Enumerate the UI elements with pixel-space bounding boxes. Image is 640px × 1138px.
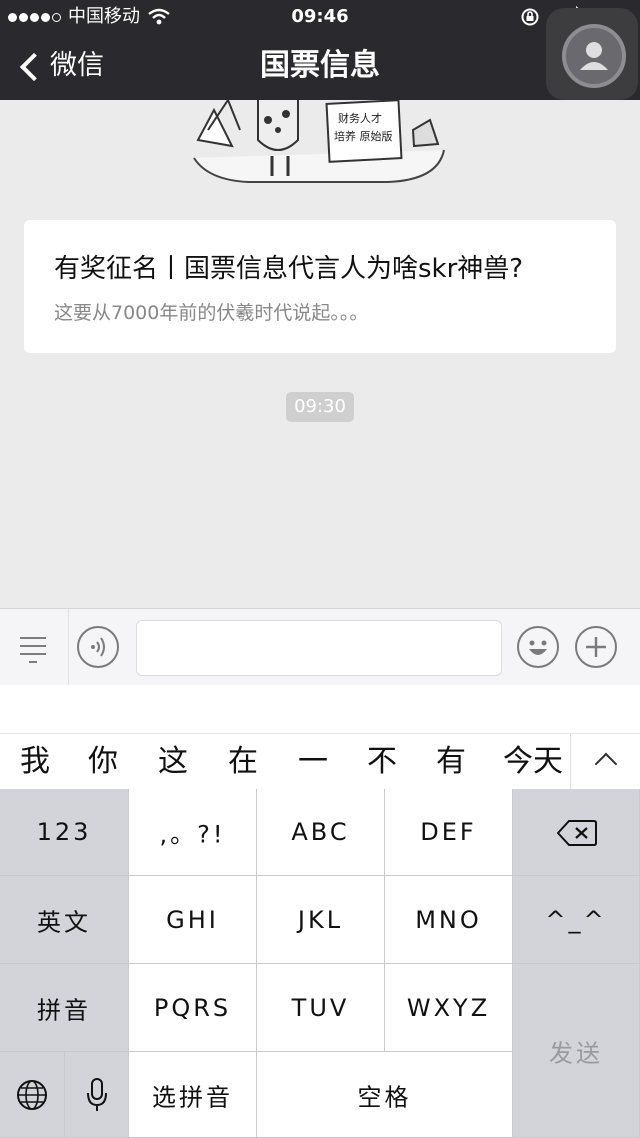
- emoji-button[interactable]: [517, 626, 559, 668]
- candidate-word[interactable]: 在: [218, 734, 268, 790]
- key-wxyz[interactable]: WXYZ: [385, 964, 513, 1052]
- more-options-button[interactable]: [575, 626, 617, 668]
- message-input[interactable]: [136, 620, 502, 676]
- key-abc[interactable]: ABC: [257, 789, 385, 876]
- chevron-up-icon: [594, 752, 618, 776]
- key-english[interactable]: 英文: [0, 876, 129, 964]
- key-emoticon[interactable]: ^_^: [513, 876, 640, 964]
- dictation-key[interactable]: [65, 1052, 129, 1138]
- key-label: 发送: [549, 1039, 603, 1067]
- key-def[interactable]: DEF: [385, 789, 513, 876]
- key-label: MNO: [415, 905, 482, 934]
- select-pinyin-key[interactable]: 选拼音: [129, 1052, 257, 1138]
- candidate-word[interactable]: 一: [288, 734, 338, 790]
- voice-icon: [91, 637, 105, 657]
- key-label: ,。?!: [159, 820, 226, 849]
- list-icon-line: [20, 645, 46, 647]
- list-icon: [20, 637, 46, 639]
- composition-area: [0, 685, 640, 733]
- message-timestamp: 09:30: [286, 392, 354, 422]
- candidate-word[interactable]: 今天: [498, 734, 568, 790]
- list-icon-line: [20, 653, 46, 655]
- key-label: 拼音: [37, 996, 91, 1024]
- key-pinyin[interactable]: 拼音: [0, 964, 129, 1052]
- candidate-word[interactable]: 这: [148, 734, 198, 790]
- key-label: WXYZ: [406, 993, 491, 1022]
- key-label: GHI: [166, 905, 219, 934]
- backspace-icon: [557, 820, 597, 846]
- candidate-word[interactable]: 有: [426, 734, 476, 790]
- chat-input-bar: [0, 608, 640, 685]
- key-label: PQRS: [153, 993, 232, 1022]
- key-pqrs[interactable]: PQRS: [129, 964, 257, 1052]
- orientation-lock-icon: [521, 8, 539, 26]
- article-description: 这要从7000年前的伏羲时代说起。。。: [54, 302, 369, 324]
- key-label: JKL: [297, 905, 344, 934]
- key-ghi[interactable]: GHI: [129, 876, 257, 964]
- voice-input-button[interactable]: [77, 626, 119, 668]
- key-punctuation[interactable]: ,。?!: [129, 789, 257, 876]
- key-mno[interactable]: MNO: [385, 876, 513, 964]
- key-label: ^_^: [545, 905, 607, 934]
- key-label: 123: [36, 818, 92, 846]
- key-label: DEF: [420, 818, 477, 846]
- illustration-text-2: 培养 原始版: [334, 129, 393, 143]
- page-title: 国票信息: [260, 48, 380, 83]
- key-label: TUV: [291, 993, 350, 1022]
- article-cover-illustration: 财务人才 培养 原始版: [193, 100, 445, 183]
- microphone-icon: [87, 1078, 107, 1111]
- plus-icon: [586, 637, 606, 657]
- article-card[interactable]: 有奖征名丨国票信息代言人为啥skr神兽? 这要从7000年前的伏羲时代说起。。。: [24, 220, 616, 353]
- candidate-bar: 我 你 这 在 一 不 有 今天: [0, 733, 640, 790]
- clock: 09:46: [291, 6, 349, 27]
- key-123[interactable]: 123: [0, 789, 129, 876]
- article-title: 有奖征名丨国票信息代言人为啥skr神兽?: [54, 254, 524, 284]
- globe-icon: [17, 1080, 47, 1110]
- key-label: 英文: [37, 908, 91, 936]
- key-label: 空格: [357, 1083, 412, 1111]
- candidate-word[interactable]: 你: [78, 734, 128, 790]
- illustration-text-1: 财务人才: [338, 111, 382, 125]
- send-key[interactable]: 发送: [513, 964, 640, 1138]
- profile-icon: [562, 24, 626, 88]
- keyboard: 123 ,。?! ABC DEF 英文 GHI JKL MNO ^_^ 拼音 P…: [0, 789, 640, 1138]
- key-label: 选拼音: [152, 1083, 233, 1111]
- candidate-word[interactable]: 我: [10, 734, 60, 790]
- globe-key[interactable]: [0, 1052, 65, 1138]
- key-label: ABC: [291, 818, 350, 846]
- floating-profile-button[interactable]: [546, 8, 638, 100]
- menu-toggle-button[interactable]: [0, 609, 69, 685]
- smiley-icon: [529, 640, 547, 655]
- key-tuv[interactable]: TUV: [257, 964, 385, 1052]
- list-icon-caret: [29, 661, 37, 663]
- space-key[interactable]: 空格: [257, 1052, 513, 1138]
- top-bar: 中国移动 09:46 微信 国票信息: [0, 0, 640, 100]
- backspace-key[interactable]: [513, 789, 640, 876]
- expand-candidates-button[interactable]: [570, 734, 640, 790]
- key-jkl[interactable]: JKL: [257, 876, 385, 964]
- candidate-word[interactable]: 不: [357, 734, 407, 790]
